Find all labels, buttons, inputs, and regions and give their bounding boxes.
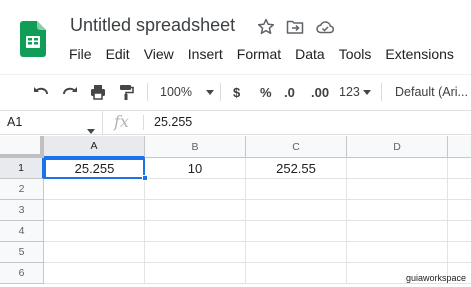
more-formats-caret-icon <box>362 89 371 95</box>
menu-file[interactable]: File <box>60 44 98 66</box>
paint-format-icon[interactable] <box>117 82 135 102</box>
cell-c1[interactable]: 252.55 <box>246 158 347 179</box>
zoom-caret-icon <box>205 89 214 95</box>
cell-d5[interactable] <box>347 242 448 263</box>
redo-icon[interactable] <box>61 82 79 102</box>
row-header-1[interactable]: 1 <box>0 158 44 179</box>
row-header-3[interactable]: 3 <box>0 200 44 221</box>
font-family-value: Default (Ari... <box>395 85 468 99</box>
cell-b4[interactable] <box>145 221 246 242</box>
formula-bar: A1 fx 25.255 <box>0 110 471 135</box>
cell-a6[interactable] <box>44 263 145 284</box>
cell-c6[interactable] <box>246 263 347 284</box>
cell-a5[interactable] <box>44 242 145 263</box>
cell-c4[interactable] <box>246 221 347 242</box>
more-formats-label: 123 <box>339 85 360 99</box>
cloud-saved-icon[interactable] <box>315 17 335 37</box>
cell-b3[interactable] <box>145 200 246 221</box>
function-icon: fx <box>114 112 129 131</box>
star-icon[interactable] <box>256 17 276 37</box>
formula-input[interactable]: 25.255 <box>154 115 192 129</box>
menu-view[interactable]: View <box>136 44 180 66</box>
cell-e1[interactable] <box>448 158 471 179</box>
cell-c2[interactable] <box>246 179 347 200</box>
menu-extensions[interactable]: Extensions <box>377 44 459 66</box>
column-header-partial[interactable] <box>448 136 471 158</box>
zoom-value: 100% <box>160 85 192 99</box>
cell-a4[interactable] <box>44 221 145 242</box>
row-header-6[interactable]: 6 <box>0 263 44 284</box>
toolbar-divider <box>381 83 382 101</box>
row-header-5[interactable]: 5 <box>0 242 44 263</box>
row-header-2[interactable]: 2 <box>0 179 44 200</box>
decrease-decimal-label: .0 <box>284 84 295 100</box>
watermark: guiaworkspace <box>405 273 466 283</box>
print-icon[interactable] <box>89 82 107 102</box>
increase-decimal-button[interactable]: .00 <box>311 82 329 102</box>
cell-b2[interactable] <box>145 179 246 200</box>
cell-e5[interactable] <box>448 242 471 263</box>
document-title[interactable]: Untitled spreadsheet <box>70 15 235 36</box>
fill-handle[interactable] <box>142 175 148 181</box>
menu-data[interactable]: Data <box>287 44 331 66</box>
cell-c5[interactable] <box>246 242 347 263</box>
cell-d1[interactable] <box>347 158 448 179</box>
more-formats-button[interactable]: 123 <box>339 82 371 102</box>
move-to-folder-icon[interactable] <box>285 17 305 37</box>
decrease-decimal-button[interactable]: .0 <box>284 82 295 102</box>
percent-format-button[interactable]: % <box>260 82 272 102</box>
toolbar: 100% $ % .0 .00 123 Default (Ari... <box>0 74 471 108</box>
cell-a1[interactable]: 25.255 <box>44 158 145 179</box>
column-header-b[interactable]: B <box>145 136 246 158</box>
cell-a2[interactable] <box>44 179 145 200</box>
cell-b5[interactable] <box>145 242 246 263</box>
row-header-4[interactable]: 4 <box>0 221 44 242</box>
increase-decimal-label: .00 <box>311 84 330 100</box>
toolbar-divider <box>147 83 148 101</box>
toolbar-divider <box>220 83 221 101</box>
menu-edit[interactable]: Edit <box>98 44 136 66</box>
cell-b1[interactable]: 10 <box>145 158 246 179</box>
menu-bar: File Edit View Insert Format Data Tools … <box>60 44 460 66</box>
menu-tools[interactable]: Tools <box>331 44 378 66</box>
undo-icon[interactable] <box>32 82 50 102</box>
column-header-a[interactable]: A <box>44 136 145 158</box>
column-header-d[interactable]: D <box>347 136 448 158</box>
cell-e3[interactable] <box>448 200 471 221</box>
currency-format-button[interactable]: $ <box>233 82 240 102</box>
menu-insert[interactable]: Insert <box>180 44 229 66</box>
select-all-corner[interactable] <box>0 136 44 158</box>
cell-d3[interactable] <box>347 200 448 221</box>
cell-e2[interactable] <box>448 179 471 200</box>
menu-format[interactable]: Format <box>229 44 287 66</box>
cell-e4[interactable] <box>448 221 471 242</box>
cell-d4[interactable] <box>347 221 448 242</box>
formula-divider <box>143 115 144 130</box>
cell-c3[interactable] <box>246 200 347 221</box>
cell-d2[interactable] <box>347 179 448 200</box>
sheets-logo-icon[interactable] <box>20 21 46 57</box>
cell-a3[interactable] <box>44 200 145 221</box>
column-header-c[interactable]: C <box>246 136 347 158</box>
zoom-select[interactable]: 100% <box>160 82 214 102</box>
cell-b6[interactable] <box>145 263 246 284</box>
spreadsheet-grid: A B C D 1 2 3 4 5 6 25.255 10 252.55 <box>0 136 471 287</box>
name-box-value: A1 <box>7 115 23 129</box>
font-family-select[interactable]: Default (Ari... <box>395 82 468 102</box>
